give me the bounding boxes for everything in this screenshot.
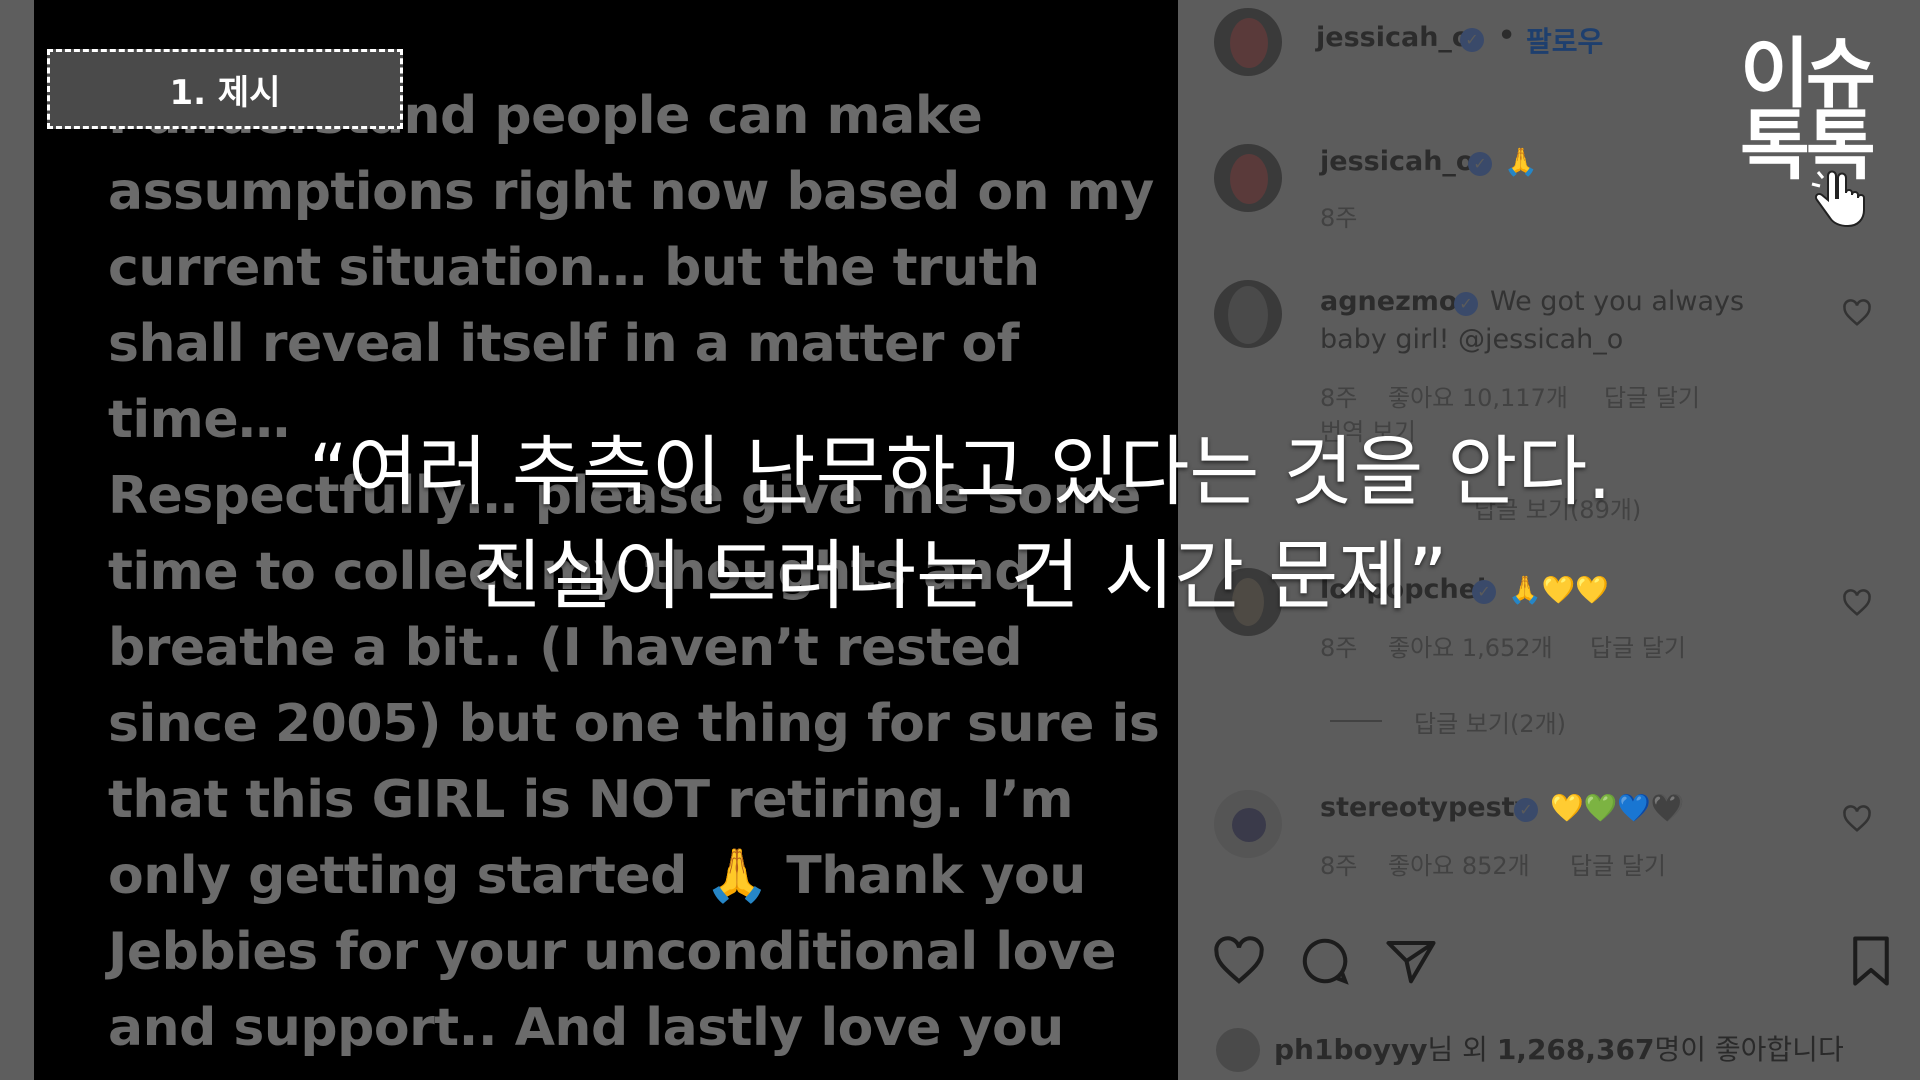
comment-likes[interactable]: 좋아요 1,652개: [1388, 628, 1553, 663]
subtitle-line-2: 진실이 드러나는 건 시간 문제”: [472, 531, 1448, 620]
comment-time: 8주: [1320, 852, 1358, 880]
comment-likes[interactable]: 좋아요 852개: [1388, 846, 1530, 881]
heart-icon[interactable]: [1842, 804, 1872, 834]
comment-username[interactable]: stereotypestv: [1320, 792, 1532, 823]
heart-icon[interactable]: [1842, 298, 1872, 328]
likes-user[interactable]: ph1boyyy: [1274, 1033, 1428, 1066]
hand-pointer-icon: [1811, 170, 1865, 228]
subtitle-line-1: “여러 추측이 난무하고 있다는 것을 안다.: [308, 427, 1612, 516]
comment-icon[interactable]: [1298, 934, 1352, 988]
bookmark-icon[interactable]: [1844, 934, 1898, 988]
caption-avatar[interactable]: [1214, 144, 1282, 212]
comment-username[interactable]: agnezmo: [1320, 286, 1457, 317]
comment-text: baby girl! @jessicah_o: [1320, 324, 1624, 355]
view-replies-link[interactable]: 답글 보기(2개): [1414, 704, 1566, 739]
reply-button[interactable]: 답글 달기: [1570, 846, 1666, 881]
caption-username[interactable]: jessicah_o: [1320, 146, 1474, 177]
replies-divider: [1330, 720, 1382, 722]
header-avatar[interactable]: [1214, 8, 1282, 76]
likes-count: 1,268,367: [1496, 1033, 1655, 1066]
post-text-line: current situation… but the truth: [108, 238, 1040, 298]
chapter-label: 1. 제시: [47, 49, 403, 129]
verified-badge-icon: ✓: [1514, 798, 1538, 822]
caption-time: 8주: [1320, 204, 1358, 232]
verified-badge-icon: ✓: [1468, 152, 1492, 176]
share-icon[interactable]: [1384, 934, 1438, 988]
comment-avatar[interactable]: [1214, 280, 1282, 348]
post-text-line: and support.. And lastly love you: [108, 998, 1064, 1058]
post-text-line: since 2005) but one thing for sure is: [108, 694, 1160, 754]
post-text-line: that this GIRL is NOT retiring. I’m: [108, 770, 1074, 830]
likes-suffix: 님 외: [1427, 1033, 1497, 1066]
channel-logo: 이슈 톡톡: [1740, 34, 1890, 234]
likes-suffix: 명이 좋아합니다: [1654, 1033, 1844, 1066]
header-username[interactable]: jessicah_o: [1316, 22, 1470, 53]
comment-avatar[interactable]: [1214, 790, 1282, 858]
comment-likes[interactable]: 좋아요 10,117개: [1388, 378, 1568, 413]
comment-time: 8주: [1320, 634, 1358, 662]
reply-button[interactable]: 답글 달기: [1604, 378, 1700, 413]
verified-badge-icon: ✓: [1460, 28, 1484, 52]
likes-summary[interactable]: ph1boyyy님 외 1,268,367명이 좋아합니다: [1274, 1028, 1844, 1068]
header-separator: •: [1498, 20, 1516, 51]
likes-avatar: [1216, 1028, 1260, 1072]
comment-text: 💛💚💙🖤: [1550, 793, 1685, 824]
comment-text: We got you always: [1490, 286, 1745, 317]
caption-emoji: 🙏: [1504, 147, 1538, 178]
post-text-line: assumptions right now based on my: [108, 162, 1154, 222]
follow-button[interactable]: 팔로우: [1526, 20, 1603, 60]
post-text-line: Jebbies for your unconditional love: [108, 922, 1117, 982]
comment-time: 8주: [1320, 384, 1358, 412]
reply-button[interactable]: 답글 달기: [1590, 628, 1686, 663]
post-text-line: only getting started 🙏 Thank you: [108, 846, 1086, 906]
heart-icon[interactable]: [1212, 934, 1266, 988]
post-text-line: shall reveal itself in a matter of: [108, 314, 1019, 374]
verified-badge-icon: ✓: [1454, 292, 1478, 316]
